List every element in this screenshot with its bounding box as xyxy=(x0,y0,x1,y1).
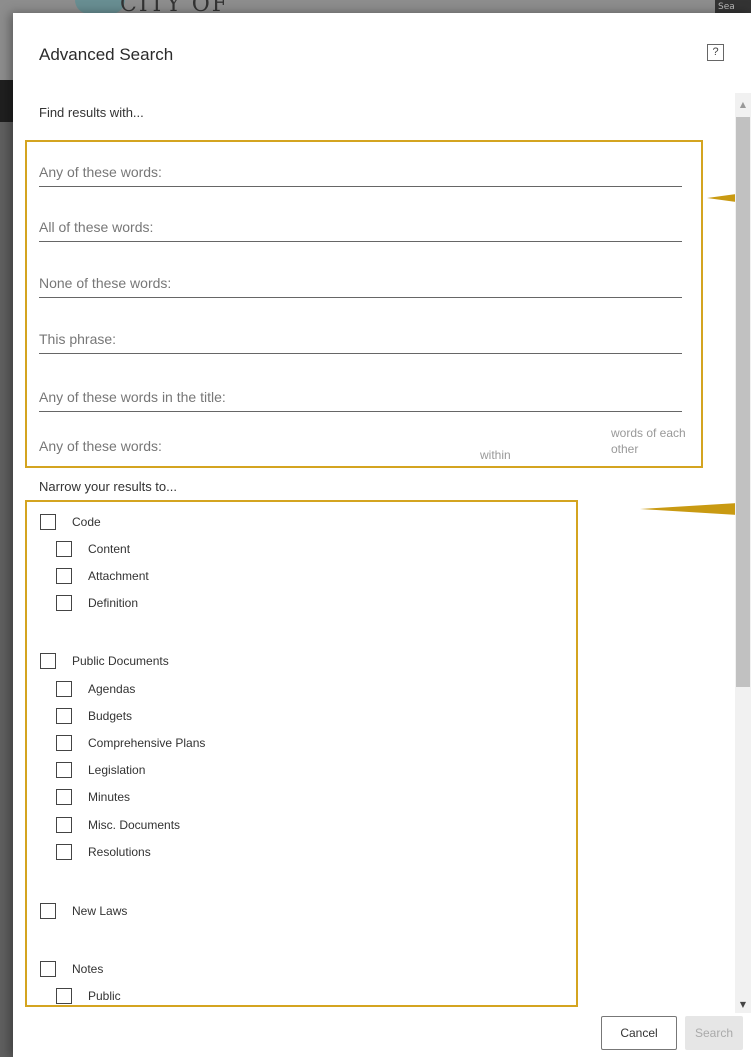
checkbox-agendas[interactable] xyxy=(56,681,72,697)
scrollbar-thumb[interactable] xyxy=(736,117,750,687)
dialog-scrollbar[interactable]: ▲ ▼ xyxy=(735,93,751,1013)
title-words-input[interactable] xyxy=(39,389,682,405)
scroll-up-arrow-icon[interactable]: ▲ xyxy=(735,97,751,113)
checkbox-row-code[interactable]: Code xyxy=(40,512,101,532)
search-button[interactable]: Search xyxy=(685,1016,743,1050)
checkbox-row-new-laws[interactable]: New Laws xyxy=(40,901,127,921)
checkbox-label: Misc. Documents xyxy=(88,818,181,832)
checkbox-comprehensive-plans[interactable] xyxy=(56,735,72,751)
callout-pointer-bottom xyxy=(640,503,738,515)
scroll-down-arrow-icon[interactable]: ▼ xyxy=(735,997,751,1013)
all-words-field xyxy=(39,206,682,242)
dialog-scroll-body: Find results with... within words of eac… xyxy=(13,93,735,1013)
all-words-input[interactable] xyxy=(39,219,682,235)
checkbox-row-legislation[interactable]: Legislation xyxy=(56,760,145,780)
checkbox-definition[interactable] xyxy=(56,595,72,611)
checkbox-label: Legislation xyxy=(88,763,146,777)
checkbox-label: Resolutions xyxy=(88,845,151,859)
checkbox-notes[interactable] xyxy=(40,961,56,977)
checkbox-row-definition[interactable]: Definition xyxy=(56,593,138,613)
proximity-words-input[interactable] xyxy=(39,433,459,459)
checkbox-label: Attachment xyxy=(88,569,149,583)
dialog-title: Advanced Search xyxy=(39,45,174,64)
checkbox-row-minutes[interactable]: Minutes xyxy=(56,787,130,807)
checkbox-row-attachment[interactable]: Attachment xyxy=(56,566,149,586)
help-icon[interactable]: ? xyxy=(707,44,724,61)
title-words-field xyxy=(39,376,682,412)
find-results-heading: Find results with... xyxy=(39,105,144,120)
checkbox-content[interactable] xyxy=(56,541,72,557)
checkbox-label: Notes xyxy=(72,962,104,976)
checkbox-row-comprehensive-plans[interactable]: Comprehensive Plans xyxy=(56,733,205,753)
checkbox-misc-documents[interactable] xyxy=(56,817,72,833)
checkbox-label: Code xyxy=(72,515,101,529)
proximity-search-row: within words of each other xyxy=(39,421,686,462)
within-label: within xyxy=(480,448,511,462)
checkbox-label: Public Documents xyxy=(72,654,169,668)
checkbox-label: Agendas xyxy=(88,682,136,696)
checkbox-new-laws[interactable] xyxy=(40,903,56,919)
checkbox-label: Budgets xyxy=(88,709,133,723)
checkbox-row-misc-documents[interactable]: Misc. Documents xyxy=(56,815,180,835)
checkbox-row-budgets[interactable]: Budgets xyxy=(56,706,132,726)
advanced-search-dialog: Advanced Search ? Find results with... w… xyxy=(13,13,751,1057)
checkbox-label: Comprehensive Plans xyxy=(88,736,206,750)
any-words-input[interactable] xyxy=(39,164,682,180)
words-of-label: words of each other xyxy=(611,426,686,456)
checkbox-legislation[interactable] xyxy=(56,762,72,778)
phrase-field xyxy=(39,318,682,354)
checkbox-label: Content xyxy=(88,542,131,556)
checkbox-minutes[interactable] xyxy=(56,789,72,805)
checkbox-row-public-documents[interactable]: Public Documents xyxy=(40,651,169,671)
checkbox-public-documents[interactable] xyxy=(40,653,56,669)
none-words-input[interactable] xyxy=(39,275,682,291)
checkbox-row-notes[interactable]: Notes xyxy=(40,959,103,979)
checkbox-label: Public xyxy=(88,989,121,1003)
none-words-field xyxy=(39,262,682,298)
checkbox-attachment[interactable] xyxy=(56,568,72,584)
checkbox-label: Minutes xyxy=(88,790,131,804)
checkbox-label: New Laws xyxy=(72,904,128,918)
cancel-button[interactable]: Cancel xyxy=(601,1016,677,1050)
checkbox-code[interactable] xyxy=(40,514,56,530)
site-logo-graphic xyxy=(75,0,125,14)
phrase-input[interactable] xyxy=(39,331,682,347)
checkbox-row-public[interactable]: Public xyxy=(56,986,121,1006)
checkbox-label: Definition xyxy=(88,596,139,610)
checkbox-budgets[interactable] xyxy=(56,708,72,724)
checkbox-row-resolutions[interactable]: Resolutions xyxy=(56,842,151,862)
checkbox-public[interactable] xyxy=(56,988,72,1004)
any-words-field xyxy=(39,151,682,187)
checkbox-resolutions[interactable] xyxy=(56,844,72,860)
background-search-button: Sea xyxy=(715,0,751,14)
checkbox-row-agendas[interactable]: Agendas xyxy=(56,679,135,699)
narrow-results-heading: Narrow your results to... xyxy=(39,479,177,494)
checkbox-row-content[interactable]: Content xyxy=(56,539,130,559)
